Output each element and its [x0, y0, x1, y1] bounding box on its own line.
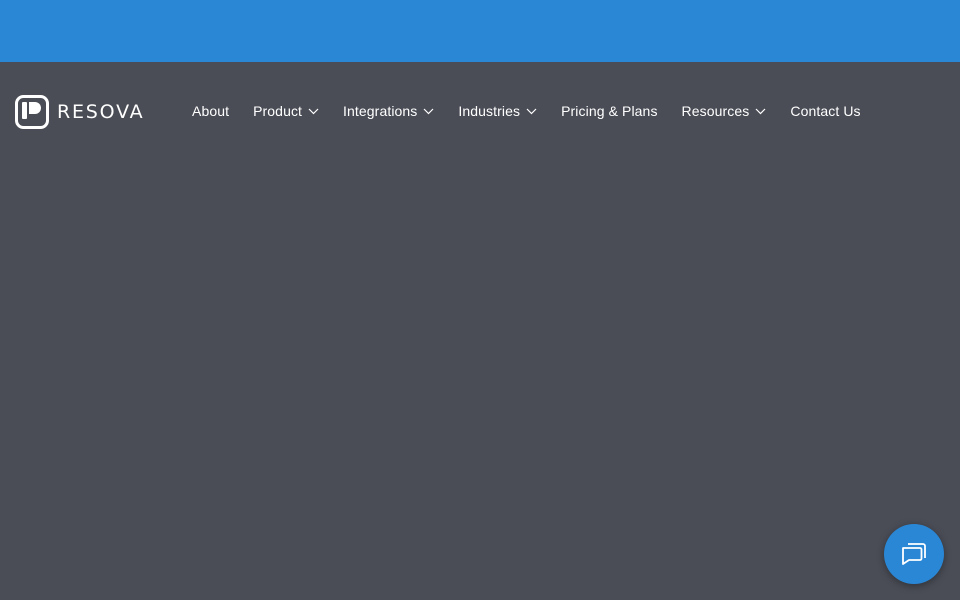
site-header: RESOVA About Product Integrations Indust… — [0, 62, 960, 158]
chevron-down-icon — [423, 108, 434, 114]
nav-item-label: Contact Us — [790, 103, 861, 119]
chevron-down-icon — [755, 108, 766, 114]
top-banner — [0, 0, 960, 62]
chat-launcher-button[interactable] — [884, 524, 944, 584]
nav-item-product[interactable]: Product — [253, 103, 319, 119]
nav-item-integrations[interactable]: Integrations — [343, 103, 434, 119]
chevron-down-icon — [308, 108, 319, 114]
main-nav: About Product Integrations Industries Pr… — [192, 101, 861, 121]
resova-logo-icon — [15, 95, 49, 129]
nav-item-contact-us[interactable]: Contact Us — [790, 103, 860, 119]
nav-item-about[interactable]: About — [192, 103, 229, 119]
resova-logo[interactable]: RESOVA — [15, 95, 144, 129]
nav-item-pricing-plans[interactable]: Pricing & Plans — [561, 103, 657, 119]
nav-item-label: Resources — [681, 103, 750, 119]
chevron-down-icon — [526, 108, 537, 114]
nav-item-label: Product — [253, 103, 303, 119]
brand-name: RESOVA — [57, 100, 145, 123]
nav-item-label: Pricing & Plans — [561, 103, 658, 119]
nav-item-label: About — [192, 103, 230, 119]
chat-bubbles-icon — [902, 543, 926, 565]
nav-item-label: Industries — [458, 103, 521, 119]
nav-item-industries[interactable]: Industries — [458, 103, 537, 119]
nav-item-resources[interactable]: Resources — [682, 103, 767, 119]
nav-item-label: Integrations — [343, 103, 418, 119]
